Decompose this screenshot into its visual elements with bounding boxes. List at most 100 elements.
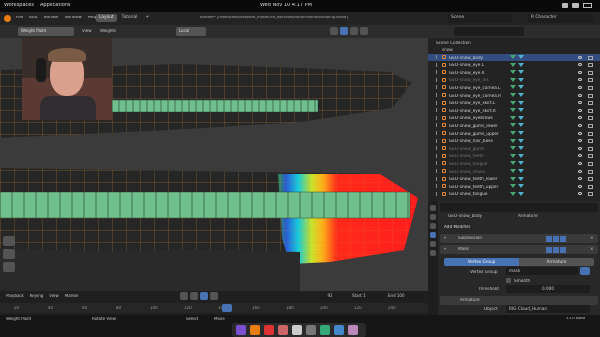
render-tab-icon[interactable] [430,214,436,220]
tool-tab-icon[interactable] [430,205,436,211]
playhead[interactable] [222,304,232,312]
blur-tool-icon[interactable] [3,249,15,259]
eye-icon[interactable] [578,161,582,165]
eye-icon[interactable] [578,85,582,89]
camera-icon[interactable] [588,154,593,159]
threshold-field[interactable]: 0.000 [506,285,590,293]
outliner-search-input[interactable] [454,27,524,36]
expand-icon[interactable] [436,146,438,151]
volume-icon[interactable] [572,3,579,8]
expand-icon[interactable] [436,70,438,75]
outliner-row[interactable]: GEO-snow_body [428,54,600,61]
battery-icon[interactable] [583,3,592,8]
menu-render[interactable]: Render [44,16,59,20]
eye-icon[interactable] [578,108,582,112]
camera-icon[interactable] [588,70,593,75]
outliner-row[interactable]: GEO-snow_eye.L [428,62,600,69]
weights-menu[interactable]: Weights [100,29,116,33]
eye-icon[interactable] [578,177,582,181]
collection-snow[interactable]: snow [442,48,453,52]
expand-icon[interactable] [436,169,438,173]
close-icon[interactable]: × [590,247,594,251]
outliner-row[interactable]: GEO-snow_eye_skirt.L [428,100,600,107]
outliner-row[interactable]: GEO-snow_eye_cornea.L [428,84,600,91]
editmode-toggle-icon[interactable] [546,246,552,253]
outliner-row[interactable]: GEO-snow_teeth_upper [428,183,600,190]
armature-modifier-header[interactable]: Armature [440,296,598,305]
camera-icon[interactable] [588,108,593,113]
menu-file[interactable]: File [16,16,23,20]
outliner-row[interactable]: GEO-snow_eye.R [428,69,600,76]
expand-icon[interactable] [436,153,438,158]
eye-icon[interactable] [578,169,582,173]
eye-icon[interactable] [578,78,582,82]
chevron-down-icon[interactable]: ▾ [444,236,446,240]
menu-window[interactable]: Window [65,16,82,20]
menu-edit[interactable]: Edit [29,16,37,20]
eye-icon[interactable] [578,139,582,143]
expand-icon[interactable] [436,77,438,82]
expand-icon[interactable] [436,123,438,128]
outliner-row[interactable]: GEO-snow_eyebrows [428,115,600,122]
eye-icon[interactable] [578,70,582,74]
editmode-toggle-icon[interactable] [546,235,552,242]
particles-tab-icon[interactable] [430,241,436,247]
activities-button[interactable]: Workspaces [4,3,34,8]
applications-menu[interactable]: Applications [40,3,71,8]
camera-icon[interactable] [588,116,593,121]
wireframe-shading-icon[interactable] [330,27,338,35]
eye-icon[interactable] [578,184,582,188]
expand-icon[interactable] [436,161,438,166]
render-toggle-icon[interactable] [560,246,566,253]
vertex-group-mode-tab[interactable]: Vertex Group [444,258,519,266]
object-tab-icon[interactable] [430,223,436,229]
expand-icon[interactable] [436,131,438,135]
workspace-tab-1[interactable]: Tutorial [119,14,141,22]
modifier-panel[interactable]: ▾ Subdivision × [440,234,598,243]
eye-icon[interactable] [578,192,582,196]
camera-icon[interactable] [588,131,593,136]
outliner-row[interactable]: GEO-snow_gums [428,145,600,152]
outliner-row[interactable]: GEO-snow_teeth [428,153,600,160]
view-menu[interactable]: View [82,29,92,33]
timeline-menu-playback[interactable]: Playback [6,294,24,298]
camera-icon[interactable] [588,63,593,68]
draw-tool-icon[interactable] [3,236,15,246]
network-icon[interactable] [562,3,568,8]
end-frame-field[interactable]: End 100 [386,293,424,300]
frame-ruler[interactable]: 20406080100120140160180200220240 [0,303,428,313]
outliner-row[interactable]: GEO-snow_eye_skirt.R [428,107,600,114]
outliner-row[interactable]: GEO-snow_shoes [428,168,600,175]
eye-icon[interactable] [578,101,582,105]
app-icon[interactable] [306,325,316,335]
armature-object-field[interactable]: RIG-Cloud_Human [506,305,590,313]
camera-icon[interactable] [588,169,593,174]
camera-icon[interactable] [588,184,593,189]
timeline-menu-view[interactable]: View [49,294,59,298]
app-icon[interactable] [334,325,344,335]
timeline-menu-keying[interactable]: Keying [30,294,43,298]
eye-icon[interactable] [578,154,582,158]
eye-icon[interactable] [578,116,582,120]
orientation-selector[interactable]: Local [176,27,206,36]
blender-logo-icon[interactable] [4,15,11,22]
camera-icon[interactable] [588,55,593,60]
expand-icon[interactable] [436,138,438,143]
rendered-shading-icon[interactable] [360,27,368,35]
expand-icon[interactable] [436,115,438,120]
mode-selector[interactable]: Weight Paint [18,27,74,36]
app-icon[interactable] [264,325,274,335]
camera-icon[interactable] [588,93,593,98]
camera-icon[interactable] [588,101,593,106]
outliner-row[interactable]: GEO-snow_tongue [428,160,600,167]
camera-icon[interactable] [588,85,593,90]
workspace-tab-2[interactable]: + [142,14,152,22]
app-icon[interactable] [348,325,358,335]
expand-icon[interactable] [436,108,438,113]
material-shading-icon[interactable] [350,27,358,35]
viewlayer-selector[interactable]: R Character [528,14,594,23]
camera-icon[interactable] [588,192,593,197]
play-icon[interactable] [200,292,208,300]
outliner-row[interactable]: GEO-snow_eye_cornea.R [428,92,600,99]
close-icon[interactable]: × [590,236,594,240]
